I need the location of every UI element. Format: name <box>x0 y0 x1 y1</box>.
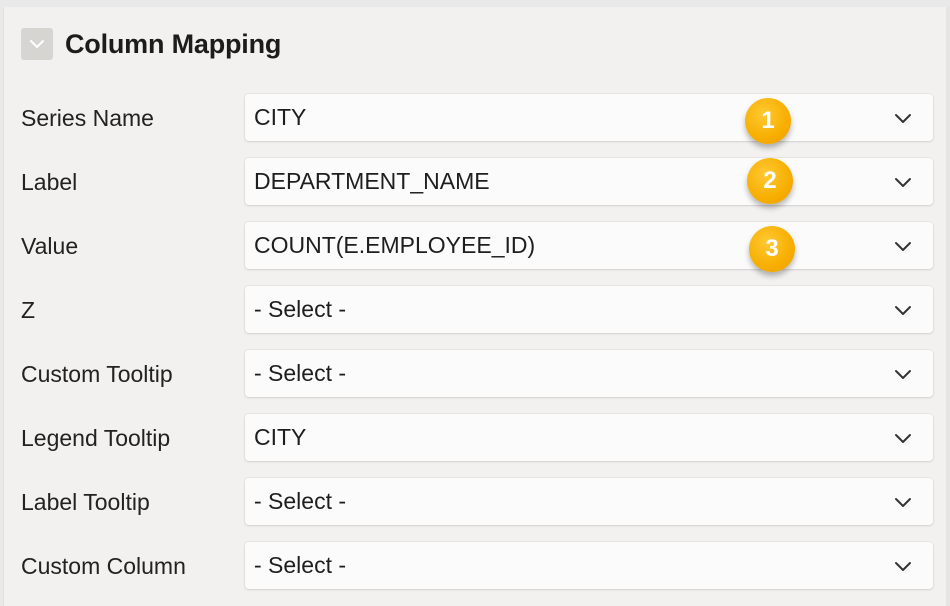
custom-column-value: - Select - <box>254 552 347 578</box>
callout-badge-3: 3 <box>749 226 795 272</box>
field-row-series-name: Series Name CITY <box>4 94 950 142</box>
z-select[interactable]: - Select - <box>245 286 933 333</box>
z-value: - Select - <box>254 296 347 322</box>
chevron-down-icon <box>895 370 911 379</box>
chevron-down-icon <box>895 306 911 315</box>
custom-column-select[interactable]: - Select - <box>245 542 933 589</box>
chevron-down-icon <box>895 242 911 251</box>
legend-tooltip-value: CITY <box>254 424 307 450</box>
field-row-value: Value COUNT(E.EMPLOYEE_ID) <box>4 222 950 270</box>
section-title: Column Mapping <box>65 28 282 59</box>
legend-tooltip-select[interactable]: CITY <box>245 414 933 461</box>
custom-tooltip-label: Custom Tooltip <box>21 361 173 387</box>
label-tooltip-value: - Select - <box>254 488 347 514</box>
custom-column-label: Custom Column <box>21 553 186 579</box>
field-row-z: Z - Select - <box>4 286 950 334</box>
field-row-custom-tooltip: Custom Tooltip - Select - <box>4 350 950 398</box>
field-row-legend-tooltip: Legend Tooltip CITY <box>4 414 950 462</box>
chevron-down-icon <box>30 40 44 48</box>
chevron-down-icon <box>895 434 911 443</box>
label-value: DEPARTMENT_NAME <box>254 168 490 194</box>
callout-badge-2: 2 <box>747 158 793 204</box>
value-select[interactable]: COUNT(E.EMPLOYEE_ID) <box>245 222 933 269</box>
column-mapping-panel: Column Mapping Series Name CITY Label DE… <box>3 7 950 606</box>
chevron-down-icon <box>895 498 911 507</box>
callout-badge-1: 1 <box>745 98 791 144</box>
chevron-down-icon <box>895 562 911 571</box>
collapse-toggle-button[interactable] <box>21 28 53 60</box>
legend-tooltip-label: Legend Tooltip <box>21 425 171 451</box>
series-name-label: Series Name <box>21 105 154 131</box>
chevron-down-icon <box>895 114 911 123</box>
section-header: Column Mapping <box>21 26 281 62</box>
label-tooltip-select[interactable]: - Select - <box>245 478 933 525</box>
chevron-down-icon <box>895 178 911 187</box>
value-value: COUNT(E.EMPLOYEE_ID) <box>254 232 536 258</box>
custom-tooltip-select[interactable]: - Select - <box>245 350 933 397</box>
series-name-select[interactable]: CITY <box>245 94 933 141</box>
field-row-label: Label DEPARTMENT_NAME <box>4 158 950 206</box>
value-label: Value <box>21 233 79 259</box>
label-label: Label <box>21 169 78 195</box>
label-tooltip-label: Label Tooltip <box>21 489 150 515</box>
series-name-value: CITY <box>254 104 307 130</box>
field-row-custom-column: Custom Column - Select - <box>4 542 950 590</box>
label-select[interactable]: DEPARTMENT_NAME <box>245 158 933 205</box>
field-row-label-tooltip: Label Tooltip - Select - <box>4 478 950 526</box>
z-label: Z <box>21 297 36 323</box>
custom-tooltip-value: - Select - <box>254 360 347 386</box>
